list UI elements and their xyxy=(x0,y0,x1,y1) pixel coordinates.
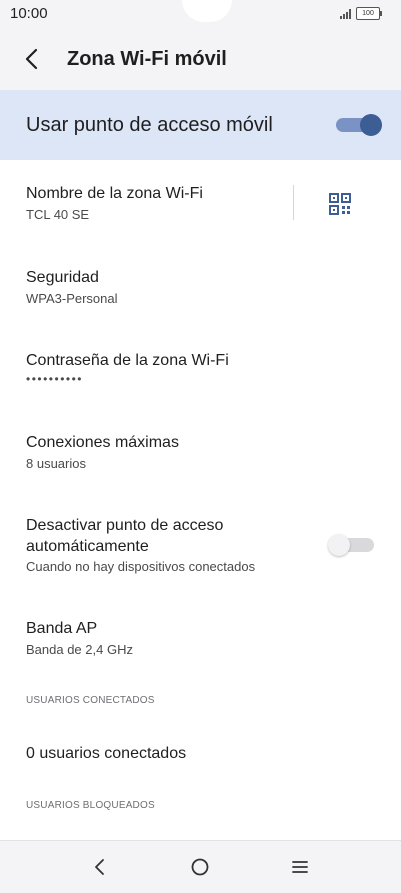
connected-users-row[interactable]: 0 usuarios conectados xyxy=(0,733,401,773)
hotspot-switch[interactable] xyxy=(336,114,382,136)
row-divider xyxy=(293,185,294,220)
switch-knob xyxy=(328,534,350,556)
switch-knob xyxy=(360,114,382,136)
ap-band-row[interactable]: Banda AP Banda de 2,4 GHz xyxy=(0,610,401,666)
password-row[interactable]: Contraseña de la zona Wi-Fi •••••••••• xyxy=(0,340,401,400)
chevron-left-icon xyxy=(25,48,38,70)
network-name-value: TCL 40 SE xyxy=(26,207,90,222)
ap-band-value: Banda de 2,4 GHz xyxy=(26,642,133,657)
auto-off-title-line1: Desactivar punto de acceso xyxy=(26,517,224,534)
hotspot-toggle-label: Usar punto de acceso móvil xyxy=(26,114,273,136)
auto-off-switch[interactable] xyxy=(328,534,374,556)
ap-band-title: Banda AP xyxy=(26,620,98,637)
status-time: 10:00 xyxy=(10,5,48,22)
nav-back-button[interactable] xyxy=(86,853,114,881)
navigation-bar xyxy=(0,840,401,893)
connected-users-value: 0 usuarios conectados xyxy=(26,745,187,762)
home-circle-icon xyxy=(191,858,209,876)
blocked-users-header: USUARIOS BLOQUEADOS xyxy=(26,800,155,811)
max-connections-value: 8 usuarios xyxy=(26,456,86,471)
qr-code-button[interactable] xyxy=(329,193,351,215)
auto-off-title-line2: automáticamente xyxy=(26,538,149,555)
password-value: •••••••••• xyxy=(26,372,84,386)
security-value: WPA3-Personal xyxy=(26,291,118,306)
menu-lines-icon xyxy=(292,861,308,873)
network-name-title: Nombre de la zona Wi-Fi xyxy=(26,185,203,202)
password-title: Contraseña de la zona Wi-Fi xyxy=(26,352,229,369)
qr-code-icon xyxy=(329,193,351,215)
back-chevron-icon xyxy=(95,859,104,875)
back-button[interactable] xyxy=(20,44,46,74)
nav-menu-button[interactable] xyxy=(286,853,314,881)
app-header: Zona Wi-Fi móvil xyxy=(0,28,401,90)
connected-users-header: USUARIOS CONECTADOS xyxy=(26,695,155,706)
max-connections-row[interactable]: Conexiones máximas 8 usuarios xyxy=(0,422,401,482)
security-title: Seguridad xyxy=(26,269,99,286)
auto-off-value: Cuando no hay dispositivos conectados xyxy=(26,559,256,574)
max-connections-title: Conexiones máximas xyxy=(26,434,179,451)
security-row[interactable]: Seguridad WPA3-Personal xyxy=(0,255,401,315)
status-bar: 10:00 100 xyxy=(0,0,401,28)
battery-icon: 100 xyxy=(356,7,382,20)
signal-icon xyxy=(340,9,354,19)
page-title: Zona Wi-Fi móvil xyxy=(67,48,227,70)
camera-notch xyxy=(182,0,232,22)
nav-home-button[interactable] xyxy=(186,853,214,881)
